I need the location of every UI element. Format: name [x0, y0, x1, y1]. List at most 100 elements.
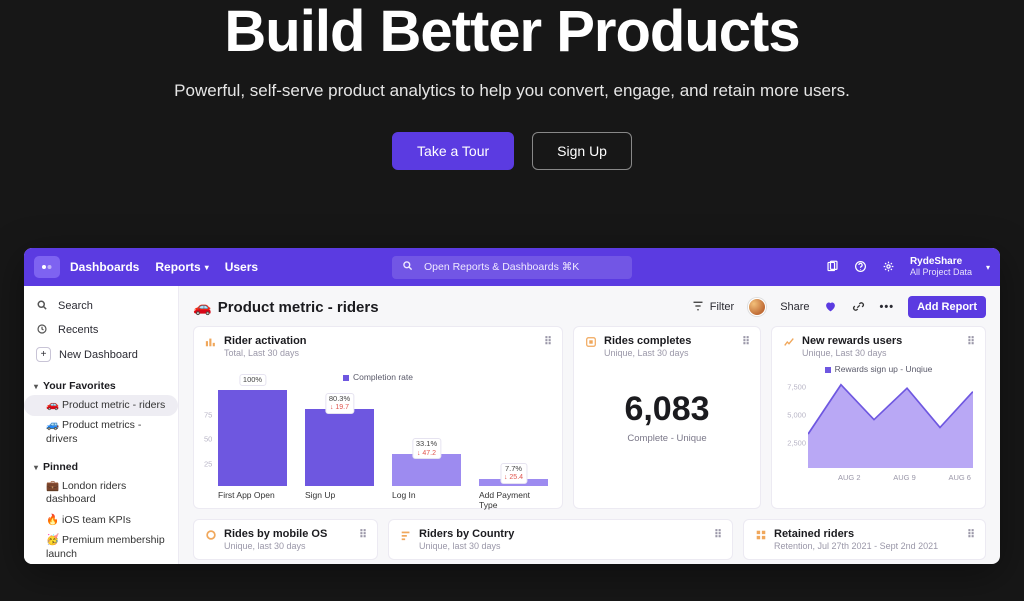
- filter-label: Filter: [710, 301, 734, 313]
- card-menu[interactable]: ⠿: [544, 335, 553, 348]
- take-a-tour-button[interactable]: Take a Tour: [392, 132, 514, 170]
- donut-icon: [204, 528, 218, 542]
- hero-subtitle: Powerful, self-serve product analytics t…: [24, 78, 1000, 104]
- sidebar-group-pinned-label: Pinned: [43, 461, 78, 473]
- sign-up-button[interactable]: Sign Up: [532, 132, 632, 170]
- sidebar-search-label: Search: [58, 300, 93, 312]
- y-tick: 50: [204, 435, 212, 444]
- x-tick: AUG 6: [948, 473, 971, 482]
- x-tick: AUG 2: [838, 473, 861, 482]
- card-rides-country: ⠿ Riders by Country Unique, last 30 days: [388, 519, 733, 560]
- page-title: Product metric - riders: [218, 299, 379, 316]
- card-subtitle: Unique, last 30 days: [419, 541, 514, 551]
- x-tick: First App Open: [218, 490, 287, 510]
- sidebar-recents-label: Recents: [58, 324, 98, 336]
- metric-icon: [584, 335, 598, 349]
- workspace-scope: All Project Data: [910, 268, 972, 277]
- app-window: Dashboards Reports ▾ Users Open Reports …: [24, 248, 1000, 564]
- card-title: Rider activation: [224, 335, 307, 347]
- sidebar-group-pinned[interactable]: ▾ Pinned: [24, 456, 178, 476]
- card-rides-os: ⠿ Rides by mobile OS Unique, last 30 day…: [193, 519, 378, 560]
- card-title: Rides by mobile OS: [224, 528, 327, 540]
- add-report-button[interactable]: Add Report: [908, 296, 986, 318]
- y-tick: 75: [204, 410, 212, 419]
- hero-title: Build Better Products: [24, 0, 1000, 64]
- sidebar-group-favorites[interactable]: ▾ Your Favorites: [24, 375, 178, 395]
- card-title: Riders by Country: [419, 528, 514, 540]
- avatar[interactable]: [748, 298, 766, 316]
- card-title: New rewards users: [802, 335, 902, 347]
- metric-value: 6,083: [584, 390, 750, 429]
- search-icon: [402, 260, 416, 274]
- global-search[interactable]: Open Reports & Dashboards ⌘K: [392, 256, 632, 279]
- bar: 100%: [218, 390, 287, 486]
- chevron-down-icon: ▾: [34, 463, 38, 472]
- card-menu[interactable]: ⠿: [742, 335, 751, 348]
- x-tick: Log In: [392, 490, 461, 510]
- bar: 33.1%↓ 47.2: [392, 454, 461, 486]
- card-retained: ⠿ Retained riders Retention, Jul 27th 20…: [743, 519, 986, 560]
- y-tick: 5,000: [787, 411, 806, 420]
- x-tick: Add Payment Type: [479, 490, 548, 510]
- workspace-switcher[interactable]: RydeShare All Project Data: [910, 257, 972, 277]
- sidebar-item-london[interactable]: 💼 London riders dashboard: [24, 476, 178, 510]
- card-rider-activation: ⠿ Rider activation Total, Last 30 days C…: [193, 326, 563, 509]
- sidebar-recents[interactable]: Recents: [24, 318, 178, 342]
- card-menu[interactable]: ⠿: [359, 528, 368, 541]
- filter-button[interactable]: Filter: [692, 300, 734, 314]
- card-title: Rides completes: [604, 335, 691, 347]
- app-main: 🚗 Product metric - riders Filter Share •…: [179, 286, 1000, 564]
- sidebar-group-favorites-label: Your Favorites: [43, 380, 116, 392]
- chevron-down-icon[interactable]: ▾: [986, 263, 990, 272]
- sidebar-item-premium[interactable]: 🥳 Premium membership launch: [24, 531, 178, 564]
- card-menu[interactable]: ⠿: [714, 528, 723, 541]
- heart-icon[interactable]: [824, 300, 838, 314]
- card-new-rewards: ⠿ New rewards users Unique, Last 30 days…: [771, 326, 986, 509]
- rider-activation-chart: Completion rate 75 50 25 100% 80.3%↓ 19.…: [204, 372, 552, 500]
- card-menu[interactable]: ⠿: [967, 335, 976, 348]
- card-subtitle: Total, Last 30 days: [224, 348, 307, 358]
- nav-users[interactable]: Users: [225, 260, 258, 274]
- y-tick: 2,500: [787, 438, 806, 447]
- bar: 80.3%↓ 19.7: [305, 409, 374, 486]
- nav-reports-label: Reports: [155, 260, 200, 274]
- lightning-icon[interactable]: [826, 260, 840, 274]
- app-logo[interactable]: [34, 256, 60, 278]
- metric-sublabel: Complete - Unique: [584, 433, 750, 444]
- plus-icon: +: [36, 347, 51, 362]
- sidebar-item-ios-kpis[interactable]: 🔥 iOS team KPIs: [24, 510, 178, 531]
- card-menu[interactable]: ⠿: [967, 528, 976, 541]
- card-subtitle: Unique, Last 30 days: [802, 348, 902, 358]
- x-tick: Sign Up: [305, 490, 374, 510]
- gear-icon[interactable]: [882, 260, 896, 274]
- app-topnav: Dashboards Reports ▾ Users Open Reports …: [24, 248, 1000, 286]
- global-search-placeholder: Open Reports & Dashboards ⌘K: [424, 261, 579, 273]
- chevron-down-icon: ▾: [34, 382, 38, 391]
- search-icon: [36, 299, 50, 313]
- sidebar-item-drivers[interactable]: 🚙 Product metrics - drivers: [24, 416, 178, 450]
- legend-label: Rewards sign up - Unqiue: [835, 364, 933, 374]
- more-menu[interactable]: •••: [880, 301, 895, 313]
- bar-chart-icon: [204, 335, 218, 349]
- grid-icon: [754, 528, 768, 542]
- legend-swatch: [343, 375, 349, 381]
- help-icon[interactable]: [854, 260, 868, 274]
- nav-dashboards[interactable]: Dashboards: [70, 260, 139, 274]
- card-subtitle: Retention, Jul 27th 2021 - Sept 2nd 2021: [774, 541, 938, 551]
- sidebar-search[interactable]: Search: [24, 294, 178, 318]
- logo-icon: [41, 261, 53, 273]
- clock-icon: [36, 323, 50, 337]
- nav-reports[interactable]: Reports ▾: [155, 260, 208, 274]
- link-icon[interactable]: [852, 300, 866, 314]
- line-chart-icon: [782, 335, 796, 349]
- card-subtitle: Unique, Last 30 days: [604, 348, 691, 358]
- sidebar-item-riders[interactable]: 🚗 Product metric - riders: [24, 395, 178, 416]
- hbar-icon: [399, 528, 413, 542]
- share-button[interactable]: Share: [780, 301, 809, 313]
- y-tick: 7,500: [787, 383, 806, 392]
- y-tick: 25: [204, 459, 212, 468]
- sidebar-new-dashboard[interactable]: + New Dashboard: [24, 342, 178, 367]
- bar: 7.7%↓ 25.4: [479, 479, 548, 486]
- sidebar-new-dashboard-label: New Dashboard: [59, 349, 138, 361]
- page-title-emoji: 🚗: [193, 298, 212, 316]
